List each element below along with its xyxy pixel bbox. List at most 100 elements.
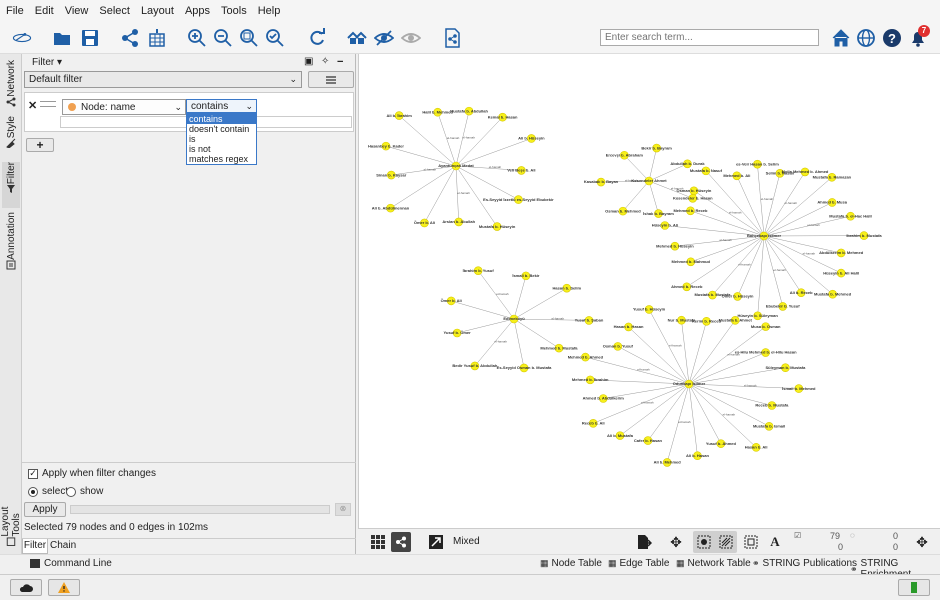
network-edge[interactable] xyxy=(648,148,657,182)
filter-select-dropdown[interactable]: Default filter ⌄ xyxy=(24,71,302,88)
network-node[interactable]: Ebubekir b. Yusuf xyxy=(766,302,800,311)
network-edge[interactable] xyxy=(622,180,650,212)
network-node[interactable]: Kerim b. Receb xyxy=(692,316,722,326)
network-edge[interactable] xyxy=(763,235,802,293)
network-edge[interactable] xyxy=(681,320,690,385)
network-node[interactable]: Mustafa b. Hüseyin xyxy=(479,222,516,231)
operator-option-is-not[interactable]: is not xyxy=(187,144,256,154)
operator-option-is[interactable]: is xyxy=(187,134,256,144)
tab-style[interactable]: Style xyxy=(2,116,20,156)
network-edge[interactable] xyxy=(513,287,567,320)
network-node[interactable]: Receb b. Mustafa xyxy=(755,401,789,410)
network-edge[interactable] xyxy=(763,173,781,237)
network-node[interactable]: Yusuf b. Şaban xyxy=(575,316,604,325)
zoom-in-icon[interactable] xyxy=(185,26,209,50)
operator-dropdown[interactable]: contains ⌄ xyxy=(186,99,257,113)
remove-condition-icon[interactable]: ✕ xyxy=(28,99,37,112)
network-canvas[interactable]: el-hamah el-hamah el-hamah el-hamah el-hamah… xyxy=(358,54,940,528)
operator-option-contains[interactable]: contains xyxy=(187,114,256,124)
add-condition-button[interactable]: + xyxy=(26,138,54,152)
command-line-button[interactable]: Command Line xyxy=(30,558,112,569)
network-node[interactable]: Mustafa b. Abdullah xyxy=(450,106,489,116)
network-node[interactable]: Ahmed b. Musa xyxy=(817,198,848,207)
filter-options-menu-button[interactable] xyxy=(308,71,354,88)
tab-layout-tools[interactable]: Layout Tools xyxy=(0,484,22,546)
network-hub-node[interactable]: Ayantunçan Medat xyxy=(438,161,474,171)
network-node[interactable]: Abdullah b. Durak xyxy=(670,159,705,169)
network-node[interactable]: İshak b. Bayram xyxy=(643,209,674,218)
menu-item-file[interactable]: File xyxy=(6,5,24,17)
zoom-fit-icon[interactable] xyxy=(237,26,261,50)
network-view-icon[interactable] xyxy=(391,532,411,552)
network-node[interactable]: Yusuf b. Ahmed xyxy=(706,439,737,448)
network-node[interactable]: Kemal b. Hasan xyxy=(488,112,518,122)
network-node[interactable]: Es-Seyyid İzzetlü es-Seyyid Ebubekir xyxy=(483,195,554,204)
network-node[interactable]: Hasan b. Ali xyxy=(745,443,768,452)
network-node[interactable]: Hüseyin b. Ali Halil xyxy=(823,268,859,278)
menu-item-select[interactable]: Select xyxy=(99,5,130,17)
network-node[interactable]: Hasan b. Selim xyxy=(553,283,582,293)
network-node[interactable]: Ahmed b. Abdülkerim xyxy=(583,394,625,403)
network-hub-node[interactable]: Kosendeler Ahmet xyxy=(631,176,667,186)
zoom-out-icon[interactable] xyxy=(211,26,235,50)
select-edges-icon[interactable] xyxy=(717,533,735,551)
network-node[interactable]: Süleyman b. Mustafa xyxy=(766,363,807,372)
select-annotations-icon[interactable] xyxy=(742,533,760,551)
maximize-panel-icon[interactable]: ▣ xyxy=(304,56,313,67)
network-edge[interactable] xyxy=(648,180,659,214)
operator-option-matches-regex[interactable]: matches regex xyxy=(187,154,256,164)
select-nodes-icon[interactable] xyxy=(695,533,713,551)
network-graph[interactable]: el-hamahel-hamahel-hamahel-hamahel-hamah… xyxy=(359,54,940,528)
warnings-button[interactable] xyxy=(48,579,80,596)
network-node[interactable]: Mustafa b. Ismail xyxy=(753,422,785,431)
detach-view-icon[interactable] xyxy=(426,532,446,552)
network-node[interactable]: Receb b. Ali xyxy=(582,419,605,428)
open-folder-icon[interactable] xyxy=(50,26,74,50)
network-node[interactable]: Mustafa b. Ramazan xyxy=(813,172,852,182)
grid-view-icon[interactable] xyxy=(368,532,388,552)
network-node[interactable]: Mustafa b. Ahmet xyxy=(719,316,753,325)
network-node[interactable]: Ali b. Hasan xyxy=(686,451,709,461)
save-icon[interactable] xyxy=(78,26,102,50)
network-node[interactable]: Ercevşi b. Abraham xyxy=(606,150,644,160)
menu-item-layout[interactable]: Layout xyxy=(141,5,174,17)
network-node[interactable]: Veli Beşe b. Ali xyxy=(507,166,536,175)
drag-handle-icon[interactable] xyxy=(40,101,56,107)
network-node[interactable]: Ömer b. Ali xyxy=(414,218,435,228)
help-icon[interactable]: ? xyxy=(880,26,904,50)
globe-icon[interactable] xyxy=(854,26,878,50)
network-node[interactable]: İsmail b. Bekir xyxy=(512,271,540,281)
select-radio[interactable]: select xyxy=(28,486,68,497)
network-node[interactable]: Ali b. Receb xyxy=(790,288,813,297)
tab-filter-sub[interactable]: Filter xyxy=(22,539,48,554)
menu-item-help[interactable]: Help xyxy=(258,5,281,17)
network-node[interactable]: Mehmed b. İbrahim xyxy=(572,375,609,385)
network-edge[interactable] xyxy=(513,275,527,320)
menu-item-view[interactable]: View xyxy=(65,5,89,17)
network-node[interactable]: Mustafa b. el-Hac Halil xyxy=(829,211,872,221)
search-input[interactable] xyxy=(600,29,819,46)
network-node[interactable]: Kosendeler b. Hasan xyxy=(673,193,713,203)
tab-annotation[interactable]: Annotation xyxy=(2,212,20,270)
network-node[interactable]: Musa b. Osman xyxy=(751,322,781,331)
show-all-icon[interactable] xyxy=(345,26,369,50)
network-node[interactable]: Mehmed b. Ahmed xyxy=(568,352,604,362)
network-node[interactable]: Mehmed b. Ali xyxy=(723,171,750,181)
menu-item-edit[interactable]: Edit xyxy=(35,5,54,17)
import-table-icon[interactable] xyxy=(145,26,169,50)
network-edge[interactable] xyxy=(763,235,833,295)
network-node[interactable]: Yusuf b. Hüseyin xyxy=(633,305,666,314)
tab-filter[interactable]: Filter xyxy=(2,162,20,208)
network-edge[interactable] xyxy=(513,318,560,349)
zoom-selected-icon[interactable] xyxy=(263,26,287,50)
network-node[interactable]: Ali b. Abdülmennan xyxy=(372,203,410,213)
export-icon[interactable] xyxy=(634,532,654,552)
network-node[interactable]: Abdülkerim b. Mehmed xyxy=(819,248,864,258)
network-node[interactable]: Hasanbey b. Kader xyxy=(368,141,404,151)
home-icon[interactable] xyxy=(829,26,853,50)
edge-table-tab[interactable]: ▦ Edge Table xyxy=(608,558,669,569)
network-node[interactable]: Bekir b. Bayram xyxy=(641,143,672,153)
network-node[interactable]: Ibrahim b. Mustafa xyxy=(846,231,882,240)
node-table-tab[interactable]: ▦ Node Table xyxy=(540,558,602,569)
network-node[interactable]: Osman b. Yusuf xyxy=(603,342,634,351)
